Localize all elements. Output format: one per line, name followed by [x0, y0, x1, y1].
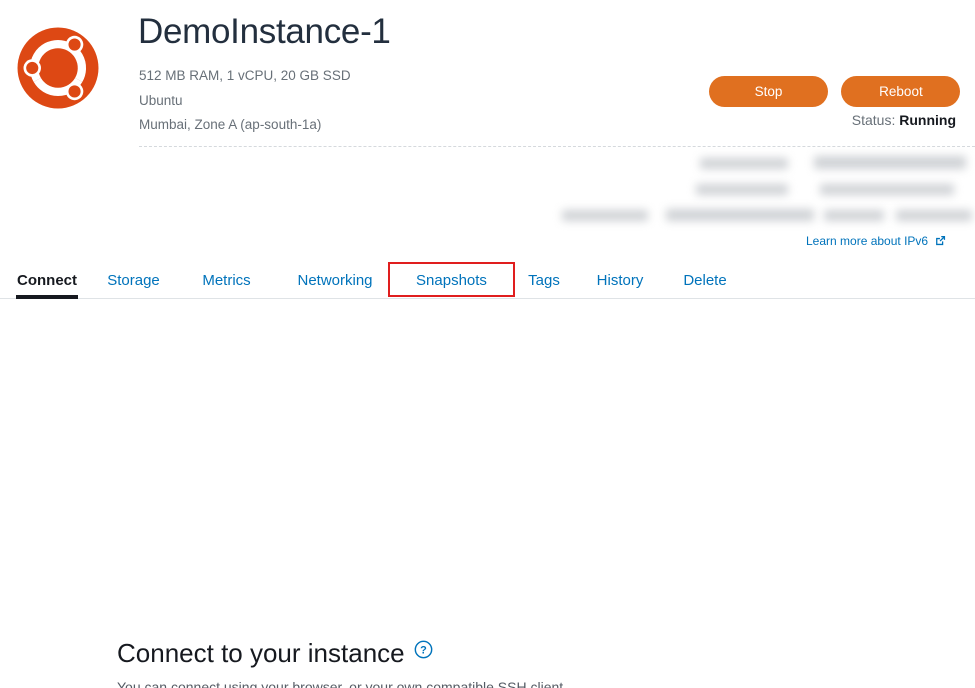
stop-button[interactable]: Stop — [709, 76, 828, 107]
status-label: Status: — [851, 112, 896, 128]
external-link-icon — [935, 235, 946, 249]
instance-actions: Stop Reboot — [709, 76, 961, 107]
connect-heading: Connect to your instance ? — [117, 633, 433, 670]
instance-meta: 512 MB RAM, 1 vCPU, 20 GB SSD Ubuntu Mum… — [139, 64, 351, 138]
instance-detail-page: DemoInstance-1 512 MB RAM, 1 vCPU, 20 GB… — [0, 0, 975, 688]
header-divider — [139, 146, 975, 147]
instance-specs: 512 MB RAM, 1 vCPU, 20 GB SSD — [139, 68, 351, 83]
connect-heading-label: Connect to your instance — [117, 638, 405, 668]
instance-location: Mumbai, Zone A (ap-south-1a) — [139, 117, 322, 132]
reboot-button[interactable]: Reboot — [841, 76, 961, 107]
tab-networking[interactable]: Networking — [285, 262, 385, 298]
status-badge: Status: Running — [709, 112, 956, 128]
tab-metrics[interactable]: Metrics — [195, 262, 258, 298]
learn-more-ipv6-link[interactable]: Learn more about IPv6 — [806, 234, 946, 249]
tab-delete[interactable]: Delete — [675, 262, 735, 298]
connect-panel: Connect to your instance ? You can conne… — [0, 299, 975, 688]
connect-intro-text: You can connect using your browser, or y… — [117, 679, 568, 688]
tab-snapshots[interactable]: Snapshots — [404, 262, 499, 298]
instance-tabs: Connect Storage Metrics Networking Snaps… — [0, 262, 975, 299]
ubuntu-logo-icon — [12, 22, 104, 114]
instance-platform: Ubuntu — [139, 92, 183, 108]
status-value: Running — [899, 112, 956, 128]
ipv6-link-label: Learn more about IPv6 — [806, 234, 929, 248]
help-circle-icon[interactable]: ? — [414, 633, 433, 667]
tab-connect[interactable]: Connect — [16, 262, 78, 299]
tab-history[interactable]: History — [588, 262, 652, 298]
tab-tags[interactable]: Tags — [524, 262, 564, 298]
tab-storage[interactable]: Storage — [101, 262, 166, 298]
page-title: DemoInstance-1 — [138, 12, 391, 51]
redacted-ip-block — [556, 152, 975, 224]
instance-header: DemoInstance-1 512 MB RAM, 1 vCPU, 20 GB… — [0, 0, 975, 150]
svg-text:?: ? — [420, 645, 427, 657]
